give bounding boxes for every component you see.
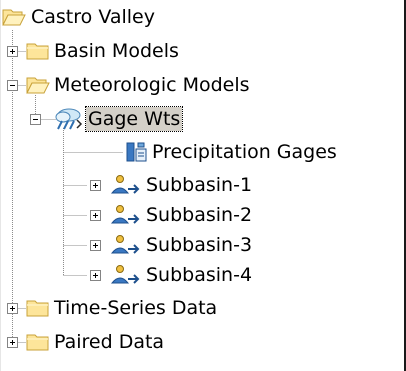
folder-icon	[26, 331, 50, 353]
expand-plus-icon[interactable]	[90, 180, 101, 191]
tree-item-label: Meteorologic Models	[54, 74, 250, 96]
expand-plus-icon[interactable]	[90, 210, 101, 221]
tree-item-precipitation-gages[interactable]: Precipitation Gages	[0, 137, 400, 167]
expand-plus-icon[interactable]	[7, 303, 18, 314]
tree-item-label: Subbasin-4	[146, 264, 253, 286]
collapse-minus-icon[interactable]	[7, 80, 18, 91]
tree-item-label: Basin Models	[54, 40, 179, 62]
precipitation-gages-icon	[124, 140, 148, 162]
folder-open-icon	[26, 74, 50, 96]
folder-open-icon	[2, 6, 26, 28]
tree-item-paired-data[interactable]: Paired Data	[0, 327, 400, 357]
expand-plus-icon[interactable]	[90, 270, 101, 281]
tree-item-gage-wts[interactable]: Gage Wts	[0, 104, 400, 134]
tree-item-basin-models[interactable]: Basin Models	[0, 36, 400, 66]
expand-plus-icon[interactable]	[7, 46, 18, 57]
folder-icon	[26, 40, 50, 62]
tree-item-subbasin-3[interactable]: Subbasin-3	[0, 230, 400, 260]
tree-item-label: Precipitation Gages	[152, 141, 337, 163]
collapse-minus-icon[interactable]	[30, 114, 41, 125]
tree-item-subbasin-1[interactable]: Subbasin-1	[0, 170, 400, 200]
tree-item-subbasin-4[interactable]: Subbasin-4	[0, 260, 400, 290]
tree-item-label: Castro Valley	[31, 6, 155, 28]
tree-item-label: Paired Data	[54, 331, 165, 353]
expand-plus-icon[interactable]	[7, 337, 18, 348]
subbasin-icon	[110, 264, 144, 286]
tree-item-meteorologic-models[interactable]: Meteorologic Models	[0, 70, 400, 100]
tree-item-label: Subbasin-3	[146, 234, 253, 256]
expand-plus-icon[interactable]	[90, 240, 101, 251]
subbasin-icon	[110, 204, 144, 226]
folder-icon	[26, 297, 50, 319]
tree-item-label: Gage Wts	[84, 106, 184, 132]
tree-item-label: Time-Series Data	[54, 297, 218, 319]
subbasin-icon	[110, 234, 144, 256]
project-tree-panel: Castro Valley Basin Models Meteorologic …	[0, 0, 406, 371]
tree-item-label: Subbasin-2	[146, 204, 253, 226]
subbasin-icon	[110, 174, 144, 196]
tree-item-label: Subbasin-1	[146, 174, 253, 196]
weather-model-icon	[52, 107, 84, 130]
tree-item-subbasin-2[interactable]: Subbasin-2	[0, 200, 400, 230]
tree-item-castro-valley[interactable]: Castro Valley	[0, 4, 400, 34]
tree-item-time-series-data[interactable]: Time-Series Data	[0, 293, 400, 323]
